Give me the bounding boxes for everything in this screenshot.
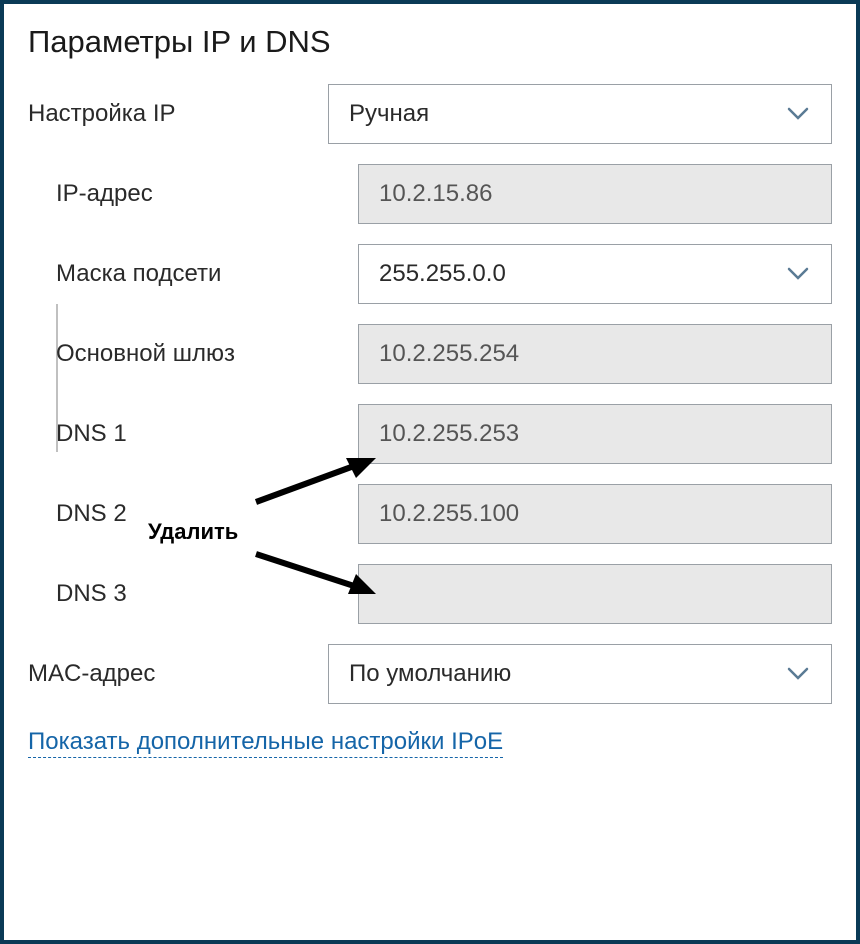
dns1-label: DNS 1: [28, 420, 358, 448]
dns2-label: DNS 2: [28, 500, 358, 528]
gateway-value: 10.2.255.254: [379, 340, 519, 368]
chevron-down-icon: [787, 667, 809, 681]
mac-label: MAC-адрес: [28, 660, 328, 688]
dns2-row: DNS 2 10.2.255.100: [28, 484, 832, 544]
section-title: Параметры IP и DNS: [28, 24, 832, 60]
ip-mode-value: Ручная: [349, 100, 429, 128]
dns3-row: DNS 3: [28, 564, 832, 624]
dns3-input[interactable]: [358, 564, 832, 624]
gateway-label: Основной шлюз: [28, 340, 358, 368]
ip-mode-label: Настройка IP: [28, 100, 328, 128]
gateway-input[interactable]: 10.2.255.254: [358, 324, 832, 384]
ip-mode-select[interactable]: Ручная: [328, 84, 832, 144]
dns3-label: DNS 3: [28, 580, 358, 608]
subnet-mask-row: Маска подсети 255.255.0.0: [28, 244, 832, 304]
gateway-row: Основной шлюз 10.2.255.254: [28, 324, 832, 384]
subnet-mask-select[interactable]: 255.255.0.0: [358, 244, 832, 304]
subnet-mask-label: Маска подсети: [28, 260, 358, 288]
mac-value: По умолчанию: [349, 660, 511, 688]
ip-mode-row: Настройка IP Ручная: [28, 84, 832, 144]
dns2-input[interactable]: 10.2.255.100: [358, 484, 832, 544]
chevron-down-icon: [787, 267, 809, 281]
dns1-input[interactable]: 10.2.255.253: [358, 404, 832, 464]
chevron-down-icon: [787, 107, 809, 121]
dns2-value: 10.2.255.100: [379, 500, 519, 528]
show-more-row: Показать дополнительные настройки IPoE: [28, 728, 832, 756]
dns1-row: DNS 1 10.2.255.253: [28, 404, 832, 464]
mac-select[interactable]: По умолчанию: [328, 644, 832, 704]
ip-address-value: 10.2.15.86: [379, 180, 492, 208]
show-ipoe-link[interactable]: Показать дополнительные настройки IPoE: [28, 728, 503, 758]
ip-address-label: IP-адрес: [28, 180, 358, 208]
mac-row: MAC-адрес По умолчанию: [28, 644, 832, 704]
ip-address-input[interactable]: 10.2.15.86: [358, 164, 832, 224]
ip-address-row: IP-адрес 10.2.15.86: [28, 164, 832, 224]
ip-fields-group: IP-адрес 10.2.15.86 Маска подсети 255.25…: [28, 164, 832, 624]
subnet-mask-value: 255.255.0.0: [379, 260, 506, 288]
dns1-value: 10.2.255.253: [379, 420, 519, 448]
